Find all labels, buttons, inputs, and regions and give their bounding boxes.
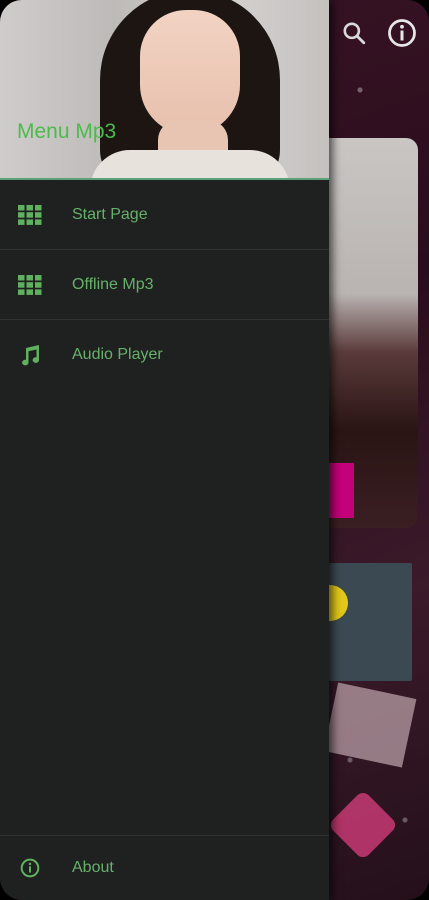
drawer-item-label: Audio Player	[72, 345, 163, 363]
drawer-item-label: About	[72, 859, 114, 876]
info-icon[interactable]	[387, 18, 417, 48]
drawer-menu-list: Start Page Offline Mp3 Audio Player	[0, 180, 329, 389]
drawer-item-audio-player[interactable]: Audio Player	[0, 320, 329, 389]
header-portrait-clothing	[90, 150, 290, 178]
drawer-item-label: Offline Mp3	[72, 275, 154, 293]
grid-icon	[18, 273, 42, 297]
header-portrait-face	[140, 10, 240, 135]
background-paper-decoration	[323, 682, 417, 768]
info-icon	[20, 858, 40, 878]
drawer-item-label: Start Page	[72, 205, 148, 223]
search-icon[interactable]	[339, 18, 369, 48]
card-photo-accent	[326, 463, 354, 518]
drawer-item-offline-mp3[interactable]: Offline Mp3	[0, 250, 329, 320]
heart-decoration	[327, 789, 399, 861]
drawer-header-title: Menu Mp3	[17, 120, 117, 143]
phone-screen: Menu Mp3 Start Page Offline Mp3 Audio Pl…	[0, 0, 429, 900]
drawer-header: Menu Mp3	[0, 0, 329, 180]
drawer-item-about[interactable]: About	[0, 835, 329, 900]
navigation-drawer: Menu Mp3 Start Page Offline Mp3 Audio Pl…	[0, 0, 329, 900]
app-topbar	[339, 18, 417, 48]
grid-icon	[18, 203, 42, 227]
music-note-icon	[18, 343, 42, 367]
drawer-item-start-page[interactable]: Start Page	[0, 180, 329, 250]
